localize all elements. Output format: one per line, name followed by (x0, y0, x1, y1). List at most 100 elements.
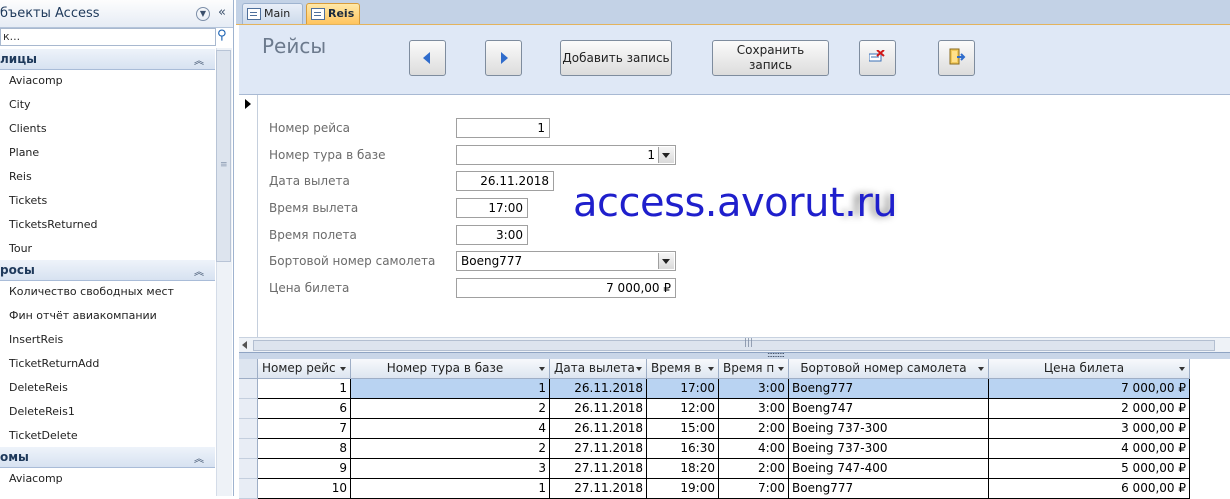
column-header[interactable]: Время в (647, 359, 719, 379)
cell-departure-time[interactable]: 19:00 (647, 479, 719, 499)
column-header[interactable]: Номер тура в базе (351, 359, 550, 379)
departure-time-field[interactable]: 17:00 (456, 198, 528, 218)
cell-tour-number[interactable]: 2 (351, 399, 550, 419)
nav-group-queries[interactable]: росы ︽ (0, 260, 215, 281)
nav-collapse-icon[interactable]: « (218, 5, 226, 20)
nav-menu-chevron-icon[interactable]: ▼ (196, 7, 210, 21)
cell-departure-time[interactable]: 15:00 (647, 419, 719, 439)
dropdown-arrow-icon[interactable] (658, 253, 674, 269)
select-all-corner[interactable] (239, 359, 258, 379)
cell-departure-date[interactable]: 27.11.2018 (550, 459, 647, 479)
table-row[interactable]: 7 4 26.11.2018 15:00 2:00 Boeing 737-300… (239, 419, 1190, 439)
nav-item[interactable]: InsertReis (9, 333, 63, 346)
cell-tour-number[interactable]: 1 (351, 379, 550, 399)
nav-group-forms[interactable]: омы ︽ (0, 447, 215, 468)
table-row[interactable]: 8 2 27.11.2018 16:30 4:00 Boeing 737-300… (239, 439, 1190, 459)
nav-item[interactable]: TicketsReturned (9, 218, 98, 231)
column-header[interactable]: Номер рейс (258, 359, 351, 379)
nav-search-input[interactable]: к... (0, 28, 216, 46)
collapse-group-icon[interactable]: ︽ (194, 52, 204, 67)
previous-record-button[interactable] (409, 40, 446, 76)
cell-plane-number[interactable]: Boeing 747-400 (789, 459, 989, 479)
sort-filter-arrow-icon[interactable] (539, 367, 545, 371)
column-header[interactable]: Бортовой номер самолета (789, 359, 989, 379)
cell-flight-duration[interactable]: 4:00 (719, 439, 789, 459)
exit-form-button[interactable] (938, 40, 975, 76)
row-selector[interactable] (239, 479, 258, 499)
nav-item[interactable]: Reis (9, 170, 32, 183)
scroll-left-icon[interactable] (242, 341, 247, 349)
table-row[interactable]: 10 1 27.11.2018 19:00 7:00 Boeng777 6 00… (239, 479, 1190, 499)
delete-record-button[interactable] (859, 40, 896, 76)
cell-flight-number[interactable]: 10 (258, 479, 351, 499)
cell-flight-duration[interactable]: 3:00 (719, 399, 789, 419)
nav-scrollbar-thumb[interactable] (216, 50, 231, 262)
cell-plane-number[interactable]: Boeng777 (789, 479, 989, 499)
nav-item[interactable]: DeleteReis (9, 381, 68, 394)
flight-duration-field[interactable]: 3:00 (456, 225, 528, 245)
cell-tour-number[interactable]: 2 (351, 439, 550, 459)
cell-departure-date[interactable]: 27.11.2018 (550, 439, 647, 459)
nav-item[interactable]: Tickets (9, 194, 47, 207)
cell-flight-number[interactable]: 6 (258, 399, 351, 419)
cell-tour-number[interactable]: 4 (351, 419, 550, 439)
cell-departure-date[interactable]: 26.11.2018 (550, 379, 647, 399)
cell-flight-number[interactable]: 7 (258, 419, 351, 439)
record-selector[interactable] (239, 95, 258, 338)
next-record-button[interactable] (485, 40, 522, 76)
add-record-button[interactable]: Добавить запись (560, 40, 672, 76)
ticket-price-field[interactable]: 7 000,00 ₽ (456, 278, 676, 298)
cell-plane-number[interactable]: Boeing 737-300 (789, 439, 989, 459)
column-header[interactable]: Цена билета (989, 359, 1190, 379)
sort-filter-arrow-icon[interactable] (778, 367, 784, 371)
nav-item[interactable]: DeleteReis1 (9, 405, 75, 418)
nav-item[interactable]: Clients (9, 122, 47, 135)
cell-flight-duration[interactable]: 7:00 (719, 479, 789, 499)
tab-reis[interactable]: Reis (306, 3, 360, 24)
nav-item[interactable]: Plane (9, 146, 39, 159)
table-row[interactable]: 9 3 27.11.2018 18:20 2:00 Boeing 747-400… (239, 459, 1190, 479)
form-scrollbar-thumb[interactable] (253, 340, 1215, 351)
cell-departure-time[interactable]: 16:30 (647, 439, 719, 459)
cell-ticket-price[interactable]: 6 000,00 ₽ (989, 479, 1190, 499)
nav-pane-header[interactable]: бъекты Access ▼ « (0, 0, 233, 28)
nav-item[interactable]: Aviacomp (9, 472, 63, 485)
sort-filter-arrow-icon[interactable] (1179, 367, 1185, 371)
nav-item[interactable]: City (9, 98, 31, 111)
cell-flight-number[interactable]: 8 (258, 439, 351, 459)
cell-ticket-price[interactable]: 2 000,00 ₽ (989, 399, 1190, 419)
tab-main[interactable]: Main (242, 3, 303, 24)
cell-flight-number[interactable]: 1 (258, 379, 351, 399)
nav-item[interactable]: TicketDelete (9, 429, 78, 442)
tour-number-combo[interactable]: 1 (456, 145, 676, 165)
column-header[interactable]: Время п (719, 359, 789, 379)
cell-flight-duration[interactable]: 2:00 (719, 419, 789, 439)
cell-departure-date[interactable]: 27.11.2018 (550, 479, 647, 499)
sort-filter-arrow-icon[interactable] (708, 367, 714, 371)
collapse-group-icon[interactable]: ︽ (194, 263, 204, 278)
nav-group-tables[interactable]: лицы ︽ (0, 49, 215, 70)
sort-filter-arrow-icon[interactable] (636, 367, 642, 371)
plane-number-combo[interactable]: Boeng777 (456, 251, 676, 271)
cell-ticket-price[interactable]: 5 000,00 ₽ (989, 459, 1190, 479)
cell-flight-number[interactable]: 9 (258, 459, 351, 479)
cell-departure-date[interactable]: 26.11.2018 (550, 399, 647, 419)
flight-number-field[interactable]: 1 (456, 118, 550, 138)
dropdown-arrow-icon[interactable] (658, 147, 674, 163)
nav-item[interactable]: Tour (9, 242, 32, 255)
row-selector[interactable] (239, 459, 258, 479)
nav-item[interactable]: Количество свободных мест (9, 285, 174, 298)
cell-departure-time[interactable]: 18:20 (647, 459, 719, 479)
search-icon[interactable]: ⚲ (217, 28, 227, 43)
nav-item[interactable]: Фин отчёт авиакомпании (9, 309, 157, 322)
collapse-group-icon[interactable]: ︽ (194, 450, 204, 465)
row-selector[interactable] (239, 379, 258, 399)
save-record-button[interactable]: Сохранить запись (712, 40, 829, 76)
cell-plane-number[interactable]: Boeng747 (789, 399, 989, 419)
row-selector[interactable] (239, 439, 258, 459)
nav-item[interactable]: TicketReturnAdd (9, 357, 99, 370)
cell-flight-duration[interactable]: 2:00 (719, 459, 789, 479)
table-row[interactable]: 1 1 26.11.2018 17:00 3:00 Boeng777 7 000… (239, 379, 1190, 399)
nav-item[interactable]: Aviacomp (9, 74, 63, 87)
row-selector[interactable] (239, 399, 258, 419)
